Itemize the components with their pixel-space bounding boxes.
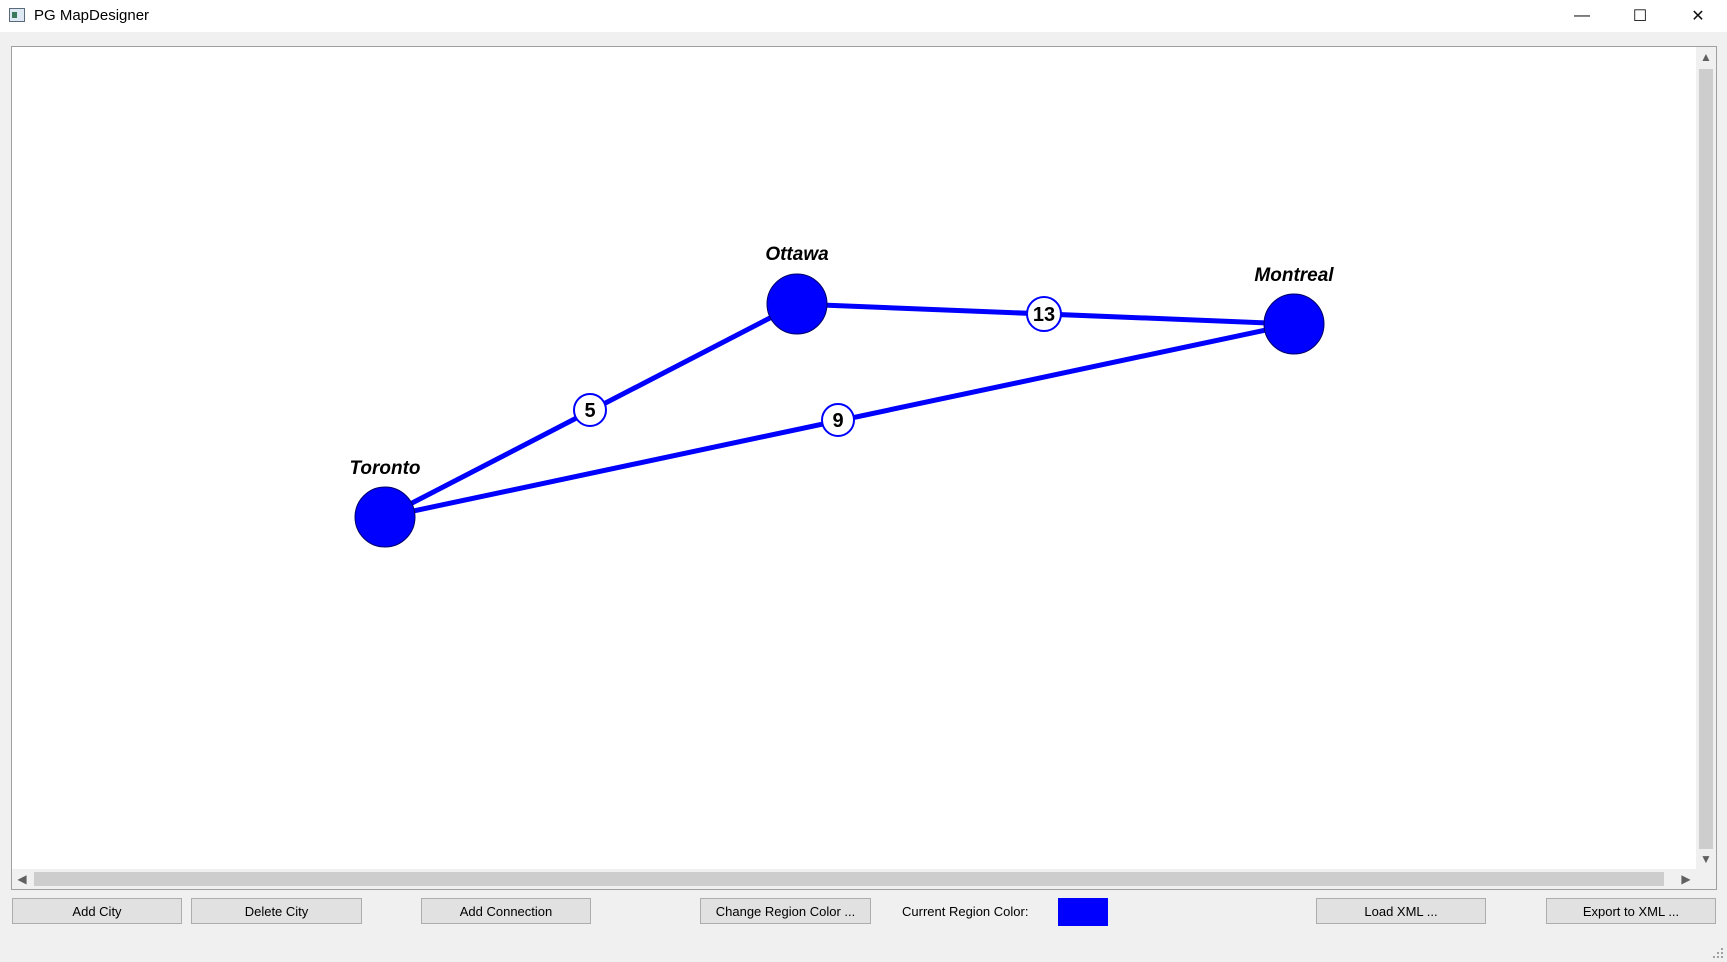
window-title: PG MapDesigner [34,7,150,24]
maximize-button[interactable]: ☐ [1611,0,1669,32]
map-graph: 5 13 9 Toronto Ottawa Montreal [349,244,1334,548]
export-xml-button[interactable]: Export to XML ... [1546,898,1716,924]
city-label-toronto: Toronto [349,458,420,479]
city-node-ottawa[interactable] [766,273,828,335]
horizontal-scroll-thumb[interactable] [34,872,1664,886]
city-node-montreal[interactable] [1263,293,1325,355]
current-region-color-swatch [1058,898,1108,926]
horizontal-scrollbar[interactable]: ◀ ▶ [12,869,1696,889]
vertical-scroll-thumb[interactable] [1699,69,1713,849]
city-label-montreal: Montreal [1254,265,1334,286]
current-region-color-label: Current Region Color: [902,904,1029,919]
resize-grip-icon[interactable] [1712,947,1724,959]
delete-city-button[interactable]: Delete City [191,898,362,924]
vertical-scrollbar[interactable]: ▲ ▼ [1696,47,1716,869]
weight-label: 9 [832,410,843,432]
title-bar: PG MapDesigner — ☐ ✕ [0,0,1727,32]
minimize-button[interactable]: — [1553,0,1611,32]
connection-weight-ottawa-montreal[interactable]: 13 [1026,296,1062,332]
scroll-corner [1696,869,1716,889]
weight-label: 13 [1033,304,1055,326]
weight-label: 5 [584,400,595,422]
map-canvas[interactable]: 5 13 9 Toronto Ottawa Montreal ▲ ▼ ◀ ▶ [11,46,1717,890]
connection-weight-toronto-montreal[interactable]: 9 [821,403,855,437]
city-node-toronto[interactable] [354,486,416,548]
scroll-down-icon[interactable]: ▼ [1696,849,1716,869]
app-icon [9,8,25,22]
connection-weight-toronto-ottawa[interactable]: 5 [573,393,607,427]
add-city-button[interactable]: Add City [12,898,182,924]
change-region-color-button[interactable]: Change Region Color ... [700,898,871,924]
city-label-ottawa: Ottawa [765,244,829,265]
load-xml-button[interactable]: Load XML ... [1316,898,1486,924]
scroll-right-icon[interactable]: ▶ [1676,869,1696,889]
add-connection-button[interactable]: Add Connection [421,898,591,924]
close-button[interactable]: ✕ [1669,0,1727,32]
scroll-up-icon[interactable]: ▲ [1696,47,1716,67]
scroll-left-icon[interactable]: ◀ [12,869,32,889]
